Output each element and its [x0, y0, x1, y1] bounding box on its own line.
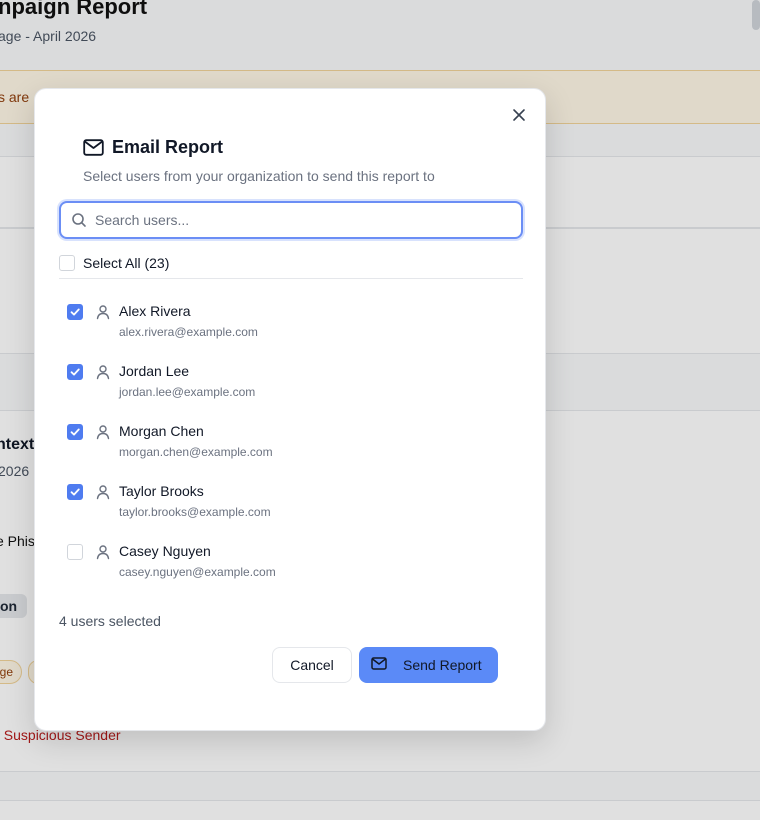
user-info: Taylor Brooks taylor.brooks@example.com: [119, 483, 271, 519]
select-all-row[interactable]: Select All (23): [59, 253, 523, 279]
user-info: Casey Nguyen casey.nguyen@example.com: [119, 543, 276, 579]
user-info: Morgan Chen morgan.chen@example.com: [119, 423, 273, 459]
cancel-button[interactable]: Cancel: [272, 647, 352, 683]
user-list-item[interactable]: Jordan Lee jordan.lee@example.com: [59, 355, 523, 415]
user-icon: [95, 364, 111, 380]
user-email: casey.nguyen@example.com: [119, 565, 276, 579]
user-email: taylor.brooks@example.com: [119, 505, 271, 519]
search-input[interactable]: [95, 212, 515, 228]
user-email: jordan.lee@example.com: [119, 385, 256, 399]
user-checkbox[interactable]: [67, 424, 83, 440]
mail-icon: [371, 657, 387, 673]
user-name: Morgan Chen: [119, 423, 204, 439]
user-icon: [95, 424, 111, 440]
close-button[interactable]: [509, 105, 529, 125]
modal-description: Select users from your organization to s…: [83, 168, 435, 184]
send-report-button[interactable]: Send Report: [359, 647, 498, 683]
user-list-item[interactable]: Morgan Chen morgan.chen@example.com: [59, 415, 523, 475]
check-icon: [70, 488, 80, 496]
user-checkbox[interactable]: [67, 484, 83, 500]
check-icon: [70, 428, 80, 436]
user-name: Taylor Brooks: [119, 483, 204, 499]
user-email: morgan.chen@example.com: [119, 445, 273, 459]
select-all-checkbox[interactable]: [59, 254, 75, 271]
user-icon: [95, 484, 111, 500]
check-icon: [70, 368, 80, 376]
send-report-label: Send Report: [403, 657, 482, 673]
search-field[interactable]: [59, 201, 523, 239]
user-info: Jordan Lee jordan.lee@example.com: [119, 363, 255, 399]
user-name: Jordan Lee: [119, 363, 190, 379]
user-name: Casey Nguyen: [119, 543, 211, 559]
search-icon: [71, 212, 87, 228]
user-email: alex.rivera@example.com: [119, 325, 258, 339]
mail-icon: [83, 139, 104, 156]
user-list: Alex Rivera alex.rivera@example.com Jordan…: [59, 295, 523, 595]
user-list-item[interactable]: Alex Rivera alex.rivera@example.com: [59, 295, 523, 355]
select-all-label: Select All (23): [83, 254, 170, 271]
close-icon: [512, 108, 526, 122]
user-list-item[interactable]: Casey Nguyen casey.nguyen@example.com: [59, 535, 523, 595]
user-checkbox[interactable]: [67, 364, 83, 380]
user-checkbox[interactable]: [67, 544, 83, 560]
modal-header: Email Report: [83, 137, 223, 158]
user-checkbox[interactable]: [67, 304, 83, 320]
user-info: Alex Rivera alex.rivera@example.com: [119, 303, 258, 339]
email-report-modal: Email Report Select users from your orga…: [34, 88, 546, 731]
selected-count: 4 users selected: [59, 613, 161, 629]
user-icon: [95, 304, 111, 320]
check-icon: [70, 308, 80, 316]
user-list-item[interactable]: Taylor Brooks taylor.brooks@example.com: [59, 475, 523, 535]
user-name: Alex Rivera: [119, 303, 191, 319]
modal-title: Email Report: [112, 137, 224, 157]
user-icon: [95, 544, 111, 560]
